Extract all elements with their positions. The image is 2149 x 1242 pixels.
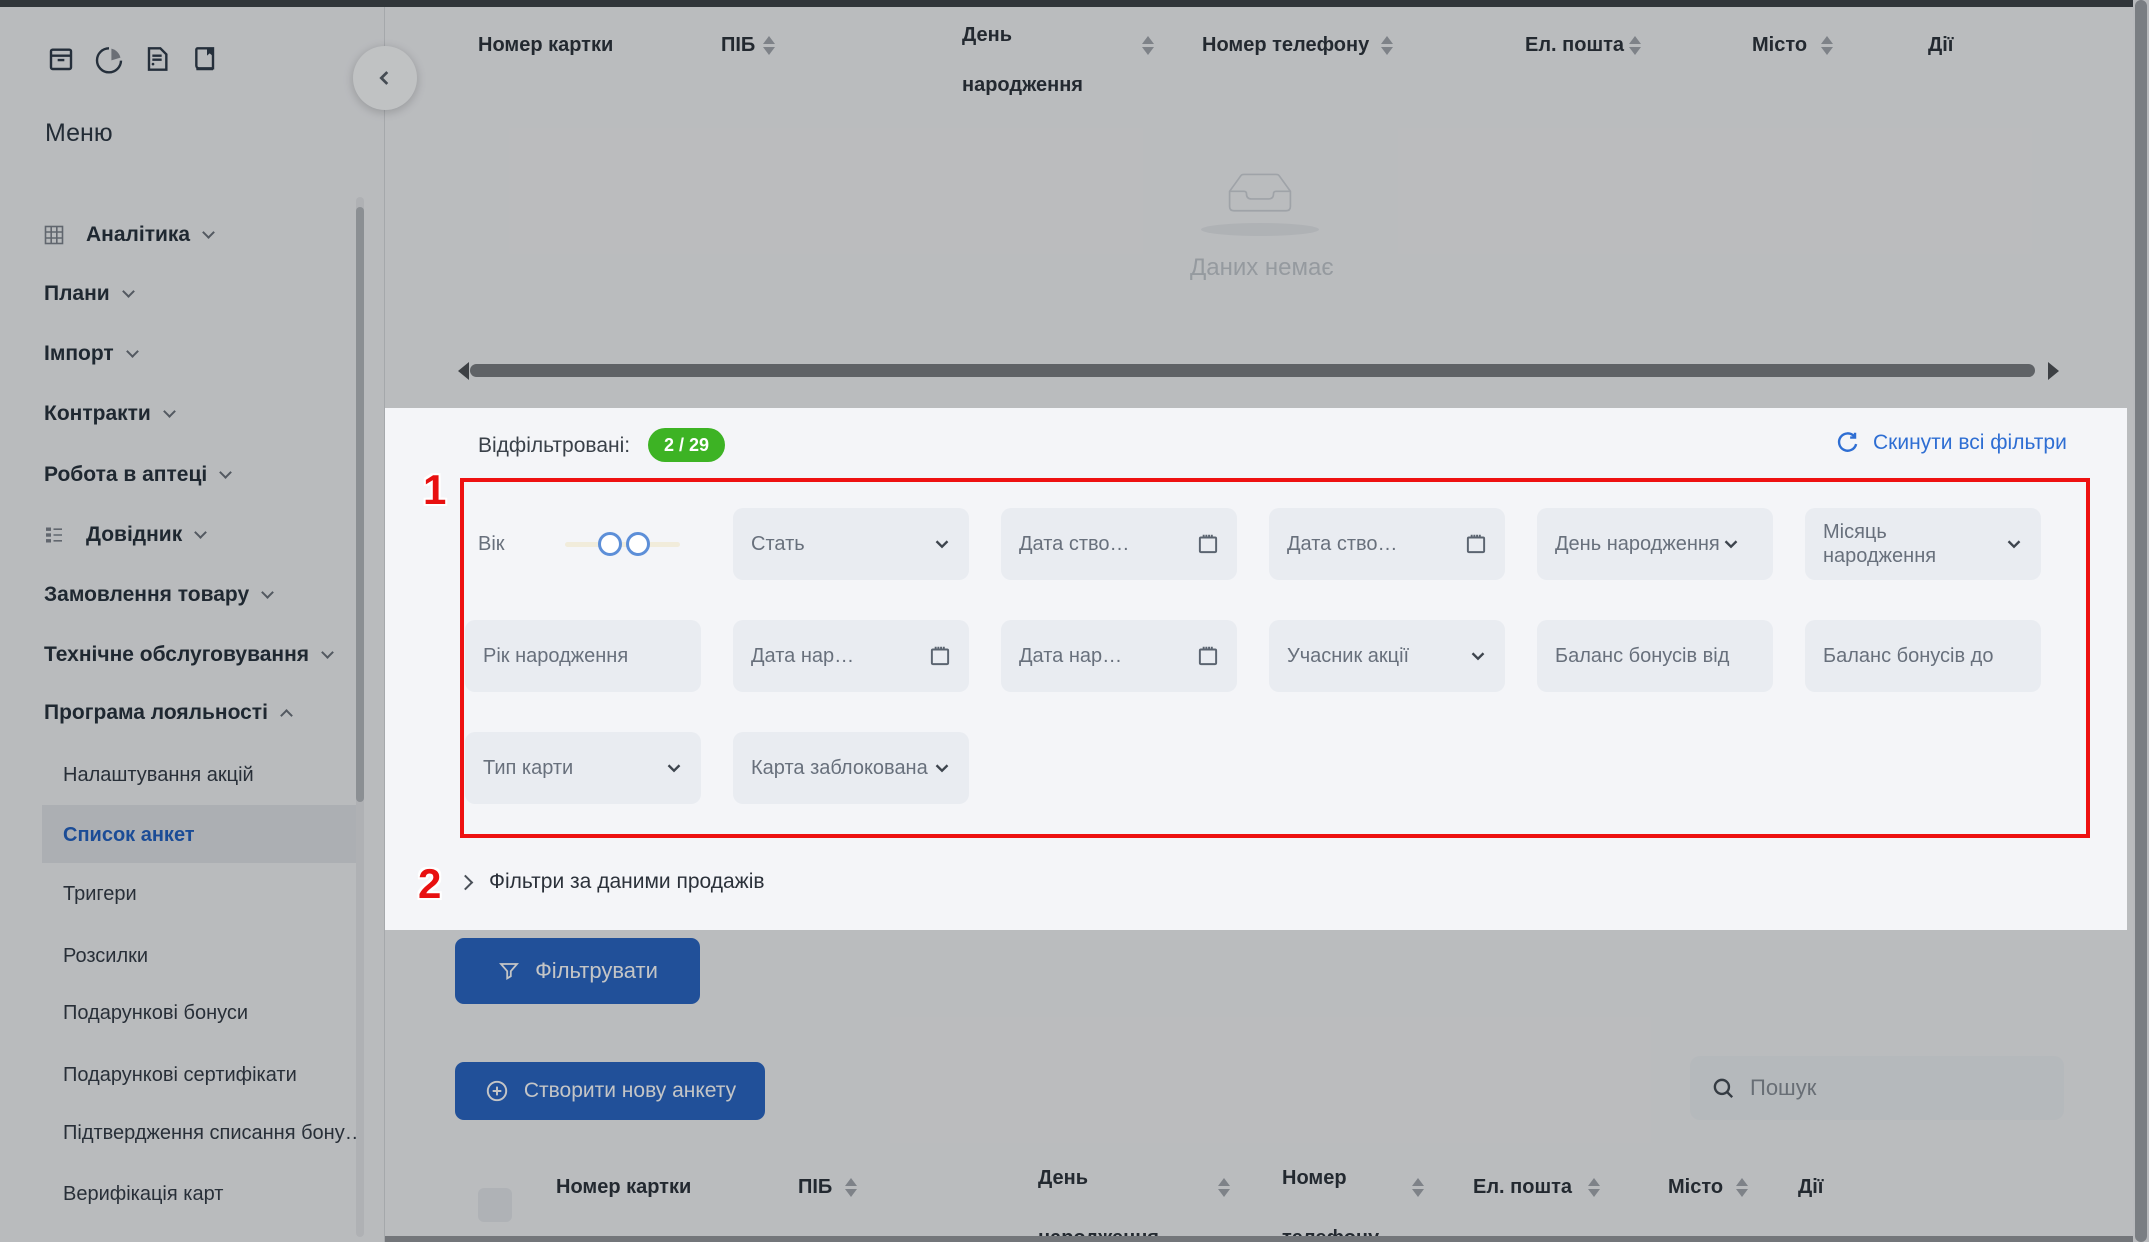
refresh-icon xyxy=(1835,430,1861,456)
filter-date-created-from[interactable]: Дата ство… xyxy=(1001,508,1237,580)
filter-birth-day-select[interactable]: День народження xyxy=(1537,508,1773,580)
filter-date-created-to[interactable]: Дата ство… xyxy=(1269,508,1505,580)
filter-bonus-balance-from[interactable]: Баланс бонусів від xyxy=(1537,620,1773,692)
chevron-down-icon xyxy=(1720,533,1742,555)
slider-handle-min[interactable] xyxy=(598,532,622,556)
reset-all-filters-link[interactable]: Скинути всі фільтри xyxy=(1835,430,2067,456)
chevron-down-icon xyxy=(1467,645,1489,667)
chevron-right-icon xyxy=(458,874,474,890)
filter-card-type-select[interactable]: Тип карти xyxy=(465,732,701,804)
filtered-count-badge: 2 / 29 xyxy=(648,428,725,462)
app-root: Меню Аналітика Плани Імпорт Контракти Ро… xyxy=(0,0,2149,1242)
calendar-icon xyxy=(927,643,953,669)
filter-gender-select[interactable]: Стать xyxy=(733,508,969,580)
chevron-down-icon xyxy=(931,757,953,779)
slider-track[interactable] xyxy=(565,542,680,547)
calendar-icon xyxy=(1463,531,1489,557)
chevron-down-icon xyxy=(2003,533,2025,555)
filter-panel: Відфільтровані: 2 / 29 Скинути всі фільт… xyxy=(385,408,2127,930)
filter-promo-participant-select[interactable]: Учасник акції xyxy=(1269,620,1505,692)
filter-birth-date-to[interactable]: Дата нар… xyxy=(1001,620,1237,692)
chevron-down-icon xyxy=(931,533,953,555)
slider-handle-max[interactable] xyxy=(626,532,650,556)
annotation-number-2: 2 xyxy=(418,860,441,908)
filter-birth-date-from[interactable]: Дата нар… xyxy=(733,620,969,692)
filter-birth-month-select[interactable]: Місяць народження xyxy=(1805,508,2041,580)
filter-age-range: Вік xyxy=(465,508,701,580)
annotation-number-1: 1 xyxy=(423,466,446,514)
filter-birth-year-input[interactable]: Рік народження xyxy=(465,620,701,692)
calendar-icon xyxy=(1195,643,1221,669)
chevron-down-icon xyxy=(663,757,685,779)
filter-card-blocked-select[interactable]: Карта заблокована xyxy=(733,732,969,804)
sales-filters-expander[interactable]: Фільтри за даними продажів xyxy=(460,870,765,894)
age-range-slider[interactable] xyxy=(565,531,685,557)
filtered-label: Відфільтровані: xyxy=(478,434,630,458)
filter-bonus-balance-to[interactable]: Баланс бонусів до xyxy=(1805,620,2041,692)
calendar-icon xyxy=(1195,531,1221,557)
